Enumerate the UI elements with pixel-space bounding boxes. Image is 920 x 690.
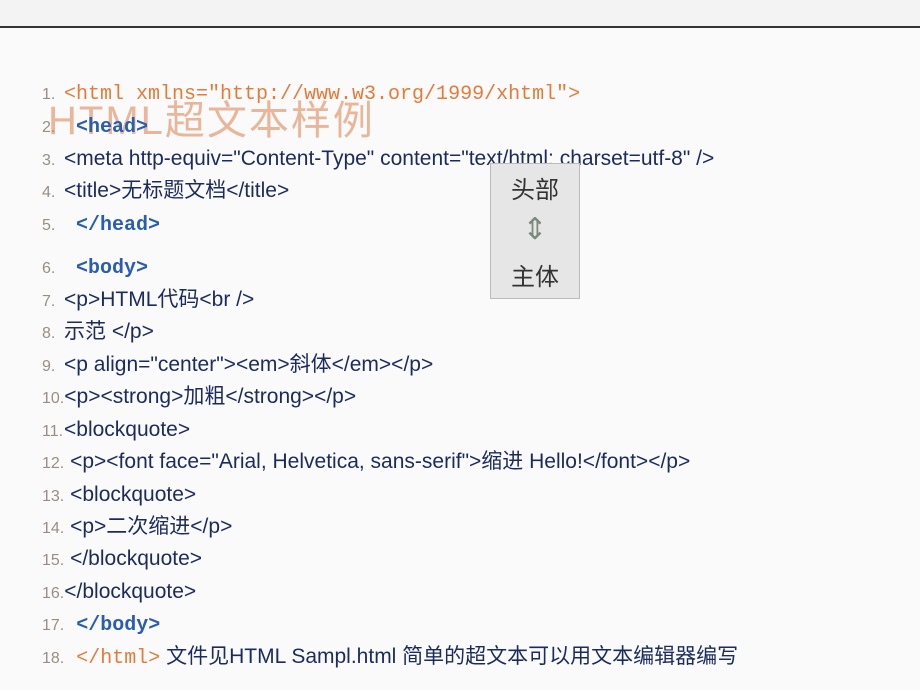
code-token: </body> <box>64 614 160 637</box>
callout-head-label: 头部 <box>491 164 579 211</box>
line-number: 6. <box>42 257 64 280</box>
code-line: 8.示范 </p> <box>42 317 878 347</box>
code-token: <head> <box>64 116 148 139</box>
code-token: <p>二次缩进</p> <box>64 515 232 538</box>
code-listing: 1.<html xmlns="http://www.w3.org/1999/xh… <box>42 78 878 673</box>
code-line: 9.<p align="center"><em>斜体</em></p> <box>42 350 878 380</box>
code-token: <blockquote> <box>64 483 196 506</box>
code-line: 16.</blockquote> <box>42 577 878 607</box>
code-line: 7.<p>HTML代码<br /> <box>42 285 878 315</box>
slide-content: HTML超文本样例 头部 ⇕ 主体 1.<html xmlns="http://… <box>0 28 920 685</box>
code-line: 1.<html xmlns="http://www.w3.org/1999/xh… <box>42 78 878 109</box>
line-number: 2. <box>42 116 64 139</box>
line-number: 15. <box>42 549 64 572</box>
line-number: 16. <box>42 582 64 605</box>
line-number: 8. <box>42 322 64 345</box>
line-number: 11. <box>42 420 64 443</box>
slide-topbar <box>0 0 920 28</box>
code-token: <p align="center"><em>斜体</em></p> <box>64 353 433 376</box>
line-number: 9. <box>42 355 64 378</box>
code-line: 10.<p><strong>加粗</strong></p> <box>42 382 878 412</box>
code-line: 3.<meta http-equiv="Content-Type" conten… <box>42 144 878 174</box>
head-body-callout: 头部 ⇕ 主体 <box>490 163 580 299</box>
line-number: 1. <box>42 83 64 106</box>
code-line: 18. </html> 文件见HTML Sampl.html 简单的超文本可以用… <box>42 642 878 673</box>
line-number: 17. <box>42 614 64 637</box>
callout-body-label: 主体 <box>491 251 579 298</box>
line-number: 10. <box>42 387 64 410</box>
code-token: <html xmlns="http://www.w3.org/1999/xhtm… <box>64 83 580 106</box>
code-line: 2. <head> <box>42 111 878 142</box>
code-token: </head> <box>64 214 160 237</box>
code-token: <title>无标题文档</title> <box>64 179 289 202</box>
line-number: 7. <box>42 290 64 313</box>
code-token: <p>HTML代码<br /> <box>64 288 254 311</box>
blank-line <box>42 242 878 252</box>
code-token: <blockquote> <box>64 418 190 441</box>
code-line: 6. <body> <box>42 252 878 283</box>
code-token: 示范 </p> <box>64 320 154 343</box>
code-token: <meta http-equiv="Content-Type" content=… <box>64 147 714 170</box>
code-token: <body> <box>64 257 148 280</box>
code-token: <p><font face="Arial, Helvetica, sans-se… <box>64 450 690 473</box>
line-number: 4. <box>42 181 64 204</box>
line-number: 18. <box>42 647 64 670</box>
code-token: <p><strong>加粗</strong></p> <box>64 385 356 408</box>
code-token: 文件见HTML Sampl.html 简单的超文本可以用文本编辑器编写 <box>160 645 738 668</box>
double-arrow-icon: ⇕ <box>491 211 579 251</box>
code-token: </html> <box>64 647 160 670</box>
code-token: </blockquote> <box>64 580 196 603</box>
code-line: 12. <p><font face="Arial, Helvetica, san… <box>42 447 878 477</box>
code-line: 4.<title>无标题文档</title> <box>42 176 878 206</box>
code-line: 14. <p>二次缩进</p> <box>42 512 878 542</box>
line-number: 13. <box>42 485 64 508</box>
line-number: 12. <box>42 452 64 475</box>
line-number: 3. <box>42 149 64 172</box>
code-line: 15. </blockquote> <box>42 544 878 574</box>
line-number: 14. <box>42 517 64 540</box>
code-line: 13. <blockquote> <box>42 480 878 510</box>
code-line: 17. </body> <box>42 609 878 640</box>
code-token: </blockquote> <box>64 547 202 570</box>
line-number: 5. <box>42 214 64 237</box>
code-line: 11.<blockquote> <box>42 415 878 445</box>
code-line: 5. </head> <box>42 209 878 240</box>
